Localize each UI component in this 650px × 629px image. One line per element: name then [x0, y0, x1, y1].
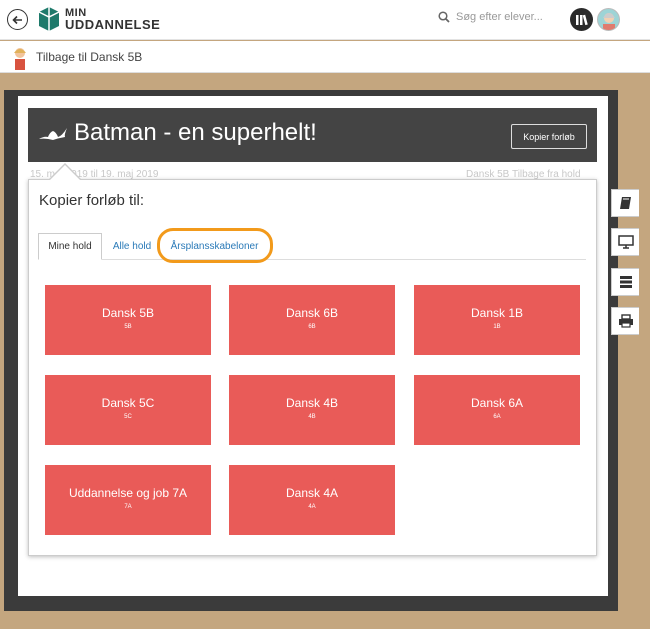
user-avatar-icon[interactable]	[597, 8, 620, 31]
tab-mine-hold[interactable]: Mine hold	[38, 233, 102, 260]
class-name: Dansk 1B	[470, 306, 524, 320]
print-icon	[618, 314, 633, 328]
class-name: Dansk 5C	[101, 396, 155, 410]
course-title: Batman - en superhelt!	[74, 119, 317, 146]
class-card[interactable]: Dansk 4A 4A	[229, 465, 395, 535]
print-tool[interactable]	[611, 307, 639, 335]
class-name: Dansk 6B	[285, 306, 339, 320]
class-name: Dansk 4B	[285, 396, 339, 410]
logo-line2: UDDANNELSE	[65, 17, 161, 32]
class-card[interactable]: Dansk 4B 4B	[229, 375, 395, 445]
class-card[interactable]: Dansk 1B 1B	[414, 285, 580, 355]
search-input[interactable]: Søg efter elever...	[438, 11, 543, 23]
class-code: 4B	[308, 414, 316, 420]
class-code: 6B	[308, 324, 316, 330]
class-card[interactable]: Dansk 6A 6A	[414, 375, 580, 445]
class-name: Dansk 4A	[285, 486, 339, 500]
class-code: 6A	[493, 414, 501, 420]
list-tool[interactable]	[611, 268, 639, 296]
presentation-tool[interactable]	[611, 228, 639, 256]
student-avatar-icon	[9, 45, 31, 76]
class-code: 5C	[124, 414, 132, 420]
class-code: 1B	[493, 324, 501, 330]
class-code: 4A	[308, 504, 316, 510]
class-code: 5B	[124, 324, 132, 330]
list-icon	[619, 276, 632, 288]
class-card[interactable]: Dansk 5B 5B	[45, 285, 211, 355]
logo[interactable]: MIN UDDANNELSE	[38, 6, 160, 32]
popup-title: Kopier forløb til:	[39, 192, 145, 209]
class-name: Uddannelse og job 7A	[68, 486, 188, 500]
copy-course-button[interactable]: Kopier forløb	[511, 124, 587, 149]
highlight-ring	[157, 228, 273, 263]
class-name: Dansk 6A	[470, 396, 524, 410]
library-icon[interactable]	[570, 8, 593, 31]
tab-alle-hold[interactable]: Alle hold	[107, 233, 157, 260]
back-to-class-link[interactable]: Tilbage til Dansk 5B	[36, 50, 142, 64]
class-code: 7A	[124, 504, 132, 510]
book-tool[interactable]	[611, 189, 639, 217]
class-card[interactable]: Dansk 5C 5C	[45, 375, 211, 445]
class-card[interactable]: Uddannelse og job 7A 7A	[45, 465, 211, 535]
logo-icon	[38, 7, 60, 31]
class-name: Dansk 5B	[101, 306, 155, 320]
search-placeholder: Søg efter elever...	[456, 11, 543, 23]
back-arrow-icon[interactable]	[7, 9, 28, 30]
class-card[interactable]: Dansk 6B 6B	[229, 285, 395, 355]
monitor-icon	[617, 235, 634, 249]
sub-bar: Tilbage til Dansk 5B	[0, 41, 650, 73]
bat-icon	[39, 128, 67, 140]
search-icon	[438, 11, 450, 23]
book-icon	[619, 197, 631, 209]
top-bar: MIN UDDANNELSE Søg efter elever...	[0, 0, 650, 40]
